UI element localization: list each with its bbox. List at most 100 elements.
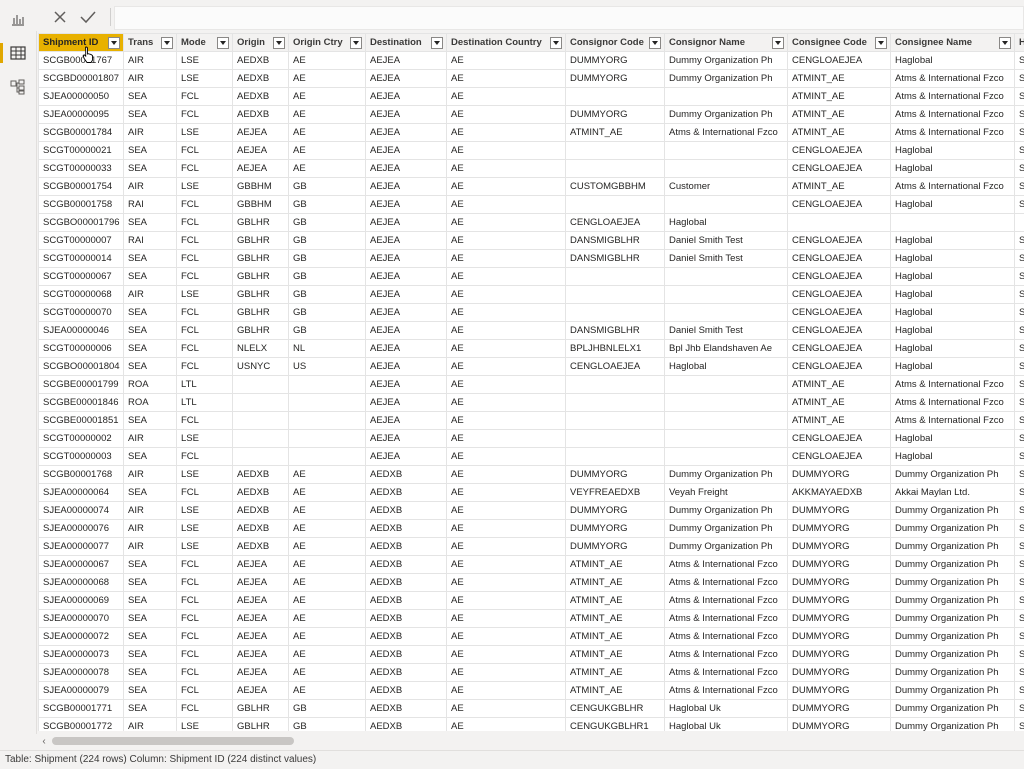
table-cell[interactable]: AE xyxy=(289,556,366,574)
table-cell[interactable]: AEJEA xyxy=(233,682,289,700)
table-cell[interactable]: ATMINT_AE xyxy=(566,124,665,142)
table-cell[interactable]: AE xyxy=(289,70,366,88)
table-cell[interactable]: GB xyxy=(289,286,366,304)
table-cell[interactable]: SEA xyxy=(124,556,177,574)
table-cell[interactable]: SJ xyxy=(1015,484,1024,502)
table-cell[interactable]: Dummy Organization Ph xyxy=(665,466,788,484)
table-cell[interactable]: SEA xyxy=(124,250,177,268)
table-cell[interactable]: Atms & International Fzco xyxy=(891,70,1015,88)
table-cell[interactable]: AEJEA xyxy=(366,196,447,214)
table-cell[interactable]: SC xyxy=(1015,376,1024,394)
table-cell[interactable]: FCL xyxy=(177,574,233,592)
table-cell[interactable]: RAI xyxy=(124,196,177,214)
table-cell[interactable]: AEJEA xyxy=(366,106,447,124)
filter-dropdown-icon[interactable] xyxy=(999,37,1011,49)
table-cell[interactable]: SJEA00000068 xyxy=(39,574,124,592)
table-cell[interactable]: SC xyxy=(1015,124,1024,142)
table-cell[interactable]: SJEA00000078 xyxy=(39,664,124,682)
table-cell[interactable]: Haglobal Uk xyxy=(665,700,788,718)
table-cell[interactable]: LSE xyxy=(177,520,233,538)
table-cell[interactable]: Daniel Smith Test xyxy=(665,232,788,250)
table-cell[interactable]: SC xyxy=(1015,412,1024,430)
table-cell[interactable]: SJ xyxy=(1015,628,1024,646)
table-cell[interactable]: AE xyxy=(289,664,366,682)
table-cell[interactable]: AEJEA xyxy=(366,142,447,160)
table-cell[interactable]: AE xyxy=(289,628,366,646)
table-cell[interactable]: FCL xyxy=(177,214,233,232)
table-cell[interactable]: AE xyxy=(447,628,566,646)
table-cell[interactable]: ATMINT_AE xyxy=(566,592,665,610)
table-cell[interactable]: Haglobal xyxy=(891,322,1015,340)
table-cell[interactable] xyxy=(665,142,788,160)
table-cell[interactable]: CENGLOAEJEA xyxy=(788,340,891,358)
table-cell[interactable]: USNYC xyxy=(233,358,289,376)
table-cell[interactable]: ATMINT_AE xyxy=(566,628,665,646)
table-cell[interactable]: Haglobal Uk xyxy=(665,718,788,732)
table-cell[interactable] xyxy=(566,196,665,214)
table-cell[interactable]: SCGT00000002 xyxy=(39,430,124,448)
table-cell[interactable]: AEDXB xyxy=(233,466,289,484)
table-cell[interactable]: AE xyxy=(447,376,566,394)
table-cell[interactable]: AE xyxy=(447,52,566,70)
table-cell[interactable]: Dummy Organization Ph xyxy=(891,466,1015,484)
table-cell[interactable]: CENGLOAEJEA xyxy=(788,448,891,466)
table-cell[interactable]: Dummy Organization Ph xyxy=(891,682,1015,700)
table-cell[interactable]: DUMMYORG xyxy=(788,700,891,718)
column-header[interactable]: Consignor Code xyxy=(566,34,665,52)
table-cell[interactable]: Atms & International Fzco xyxy=(665,124,788,142)
table-cell[interactable] xyxy=(665,448,788,466)
table-cell[interactable]: AE xyxy=(289,520,366,538)
filter-dropdown-icon[interactable] xyxy=(649,37,661,49)
table-cell[interactable]: AE xyxy=(447,106,566,124)
table-cell[interactable]: SJ xyxy=(1015,322,1024,340)
table-cell[interactable]: SJ xyxy=(1015,574,1024,592)
table-cell[interactable]: AEJEA xyxy=(233,124,289,142)
table-cell[interactable] xyxy=(566,394,665,412)
table-cell[interactable]: GB xyxy=(289,304,366,322)
table-cell[interactable]: Dummy Organization Ph xyxy=(891,556,1015,574)
table-cell[interactable]: GBLHR xyxy=(233,214,289,232)
table-cell[interactable]: SEA xyxy=(124,268,177,286)
filter-dropdown-icon[interactable] xyxy=(772,37,784,49)
table-cell[interactable]: AEJEA xyxy=(366,52,447,70)
table-cell[interactable]: SCGBO00001796 xyxy=(39,214,124,232)
table-cell[interactable] xyxy=(1015,214,1024,232)
table-cell[interactable]: DUMMYORG xyxy=(788,520,891,538)
table-cell[interactable]: CENGLOAEJEA xyxy=(788,322,891,340)
table-cell[interactable]: FCL xyxy=(177,556,233,574)
table-cell[interactable]: SCGT00000014 xyxy=(39,250,124,268)
table-cell[interactable]: AE xyxy=(447,358,566,376)
table-cell[interactable]: Atms & International Fzco xyxy=(891,124,1015,142)
filter-dropdown-icon[interactable] xyxy=(161,37,173,49)
table-cell[interactable]: SCGT00000033 xyxy=(39,160,124,178)
table-cell[interactable]: FCL xyxy=(177,88,233,106)
table-cell[interactable]: LTL xyxy=(177,394,233,412)
table-cell[interactable]: Haglobal xyxy=(891,358,1015,376)
table-cell[interactable]: SEA xyxy=(124,700,177,718)
formula-input[interactable] xyxy=(114,6,1024,30)
table-cell[interactable] xyxy=(289,430,366,448)
table-cell[interactable]: SC xyxy=(1015,160,1024,178)
table-cell[interactable]: AEDXB xyxy=(366,520,447,538)
table-cell[interactable]: Customer xyxy=(665,178,788,196)
table-cell[interactable]: AEDXB xyxy=(233,538,289,556)
table-cell[interactable]: SJ xyxy=(1015,106,1024,124)
table-cell[interactable]: AEJEA xyxy=(366,286,447,304)
table-cell[interactable] xyxy=(566,448,665,466)
table-cell[interactable]: AE xyxy=(447,286,566,304)
table-cell[interactable] xyxy=(566,160,665,178)
table-cell[interactable]: AE xyxy=(289,142,366,160)
table-cell[interactable]: SCGBD00001807 xyxy=(39,70,124,88)
table-cell[interactable]: GBLHR xyxy=(233,286,289,304)
table-cell[interactable]: SC xyxy=(1015,70,1024,88)
table-cell[interactable]: ATMINT_AE xyxy=(788,412,891,430)
table-cell[interactable]: SCGB00001754 xyxy=(39,178,124,196)
table-cell[interactable]: DUMMYORG xyxy=(566,466,665,484)
table-cell[interactable]: AEDXB xyxy=(366,556,447,574)
table-cell[interactable]: LSE xyxy=(177,430,233,448)
table-cell[interactable]: AIR xyxy=(124,52,177,70)
table-cell[interactable]: Daniel Smith Test xyxy=(665,322,788,340)
table-cell[interactable]: AE xyxy=(447,250,566,268)
table-cell[interactable]: SJEA00000076 xyxy=(39,520,124,538)
table-cell[interactable]: FCL xyxy=(177,358,233,376)
